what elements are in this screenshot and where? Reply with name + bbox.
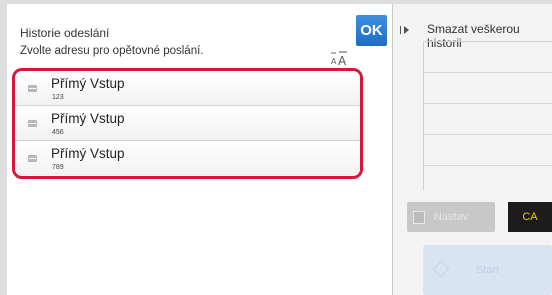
envelope-icon — [28, 120, 37, 127]
svg-text:A: A — [338, 54, 347, 67]
start-icon — [432, 260, 450, 278]
action-slot — [424, 42, 552, 73]
panel-title: Historie odeslání — [20, 26, 110, 40]
reset-icon — [413, 211, 425, 224]
entry-name: Přímý Vstup — [51, 76, 125, 91]
history-entry[interactable]: Přímý Vstup 123 — [15, 71, 360, 106]
history-entry[interactable]: Přímý Vstup 456 — [15, 106, 360, 141]
panel-instruction: Zvolte adresu pro opětovné poslání. — [20, 45, 204, 57]
action-slot — [424, 73, 552, 104]
start-label: Start — [475, 264, 500, 276]
send-history-panel: Historie odeslání Zvolte adresu pro opět… — [7, 4, 393, 295]
entry-number: 789 — [52, 164, 64, 171]
address-history-list: Přímý Vstup 123 Přímý Vstup 456 Přímý Vs… — [12, 68, 363, 179]
entry-number: 123 — [52, 94, 64, 101]
entry-number: 456 — [52, 129, 64, 136]
action-slot — [424, 104, 552, 135]
device-screen: Historie odeslání Zvolte adresu pro opět… — [7, 4, 552, 295]
reset-label: Nastav — [433, 211, 469, 223]
start-button[interactable]: Start — [423, 245, 552, 295]
ok-button[interactable]: OK — [356, 15, 387, 46]
clear-all-button[interactable]: CA — [508, 202, 552, 232]
text-size-glyph: A A — [331, 51, 347, 68]
history-entry[interactable]: Přímý Vstup 789 — [15, 141, 360, 175]
action-panel: Smazat veškerou historii Nastav CA Start — [393, 4, 552, 295]
entry-name: Přímý Vstup — [51, 111, 125, 126]
expand-bar-icon — [400, 26, 401, 34]
action-list — [423, 41, 552, 190]
text-size-icon[interactable]: A A — [330, 51, 350, 68]
entry-name: Přímý Vstup — [51, 146, 125, 161]
svg-text:A: A — [331, 57, 337, 66]
envelope-icon — [28, 85, 37, 92]
expand-arrow-icon[interactable] — [404, 26, 409, 34]
reset-button[interactable]: Nastav — [407, 202, 495, 232]
envelope-icon — [28, 155, 37, 162]
action-slot — [424, 135, 552, 166]
